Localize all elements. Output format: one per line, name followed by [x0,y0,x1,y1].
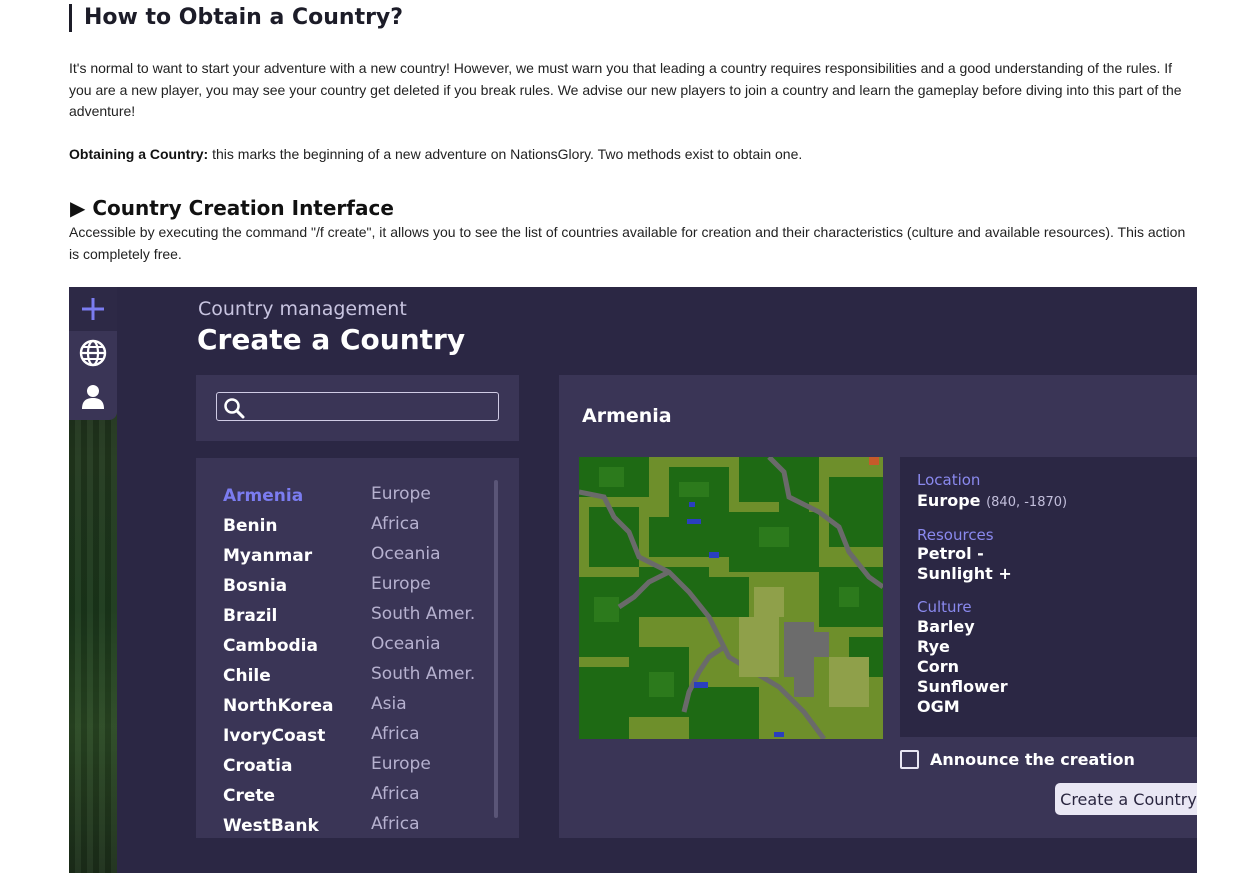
culture-item: Barley [917,617,975,636]
culture-item: Sunflower [917,677,1008,696]
culture-label: Culture [917,598,972,616]
country-name: IvoryCoast [223,726,326,746]
country-region: Africa [371,814,420,834]
location-value: Europe (840, -1870) [917,491,1067,513]
country-region: Asia [371,694,407,714]
country-region: Oceania [371,634,441,654]
country-region: Africa [371,514,420,534]
country-name: NorthKorea [223,696,334,716]
resource-item: Sunlight + [917,564,1012,583]
create-country-panel: Country management Create a Country Arme… [117,287,1197,873]
country-name: Cambodia [223,636,318,656]
search-container [196,375,519,441]
section-paragraph: Accessible by executing the command "/f … [69,224,1186,262]
country-row[interactable]: Bosnia Europe [223,574,493,606]
country-list: Armenia Europe Benin Africa Myanmar Oceania Bo… [196,458,519,838]
country-region: Africa [371,784,420,804]
location-label: Location [917,471,981,489]
article-heading: How to Obtain a Country? [69,4,403,32]
culture-item: Rye [917,637,950,656]
panel-title: Create a Country [197,323,466,356]
search-field[interactable] [216,392,499,421]
country-map [579,457,883,739]
country-detail: Armenia Location Europe (840, -1870) Res… [559,375,1197,838]
obtaining-label: Obtaining a Country: [69,146,209,162]
country-region: Europe [371,754,431,774]
user-icon [82,385,104,409]
country-region: Europe [371,574,431,594]
side-nav-create[interactable] [69,287,117,331]
globe-icon [79,339,107,367]
country-name: Benin [223,516,278,536]
country-region: Africa [371,724,420,744]
culture-item: Corn [917,657,960,676]
panel-subtitle: Country management [198,298,407,320]
obtaining-paragraph: Obtaining a Country: this marks the begi… [69,144,1194,166]
search-input[interactable] [249,395,494,418]
country-name: Chile [223,666,271,686]
section-title: ▶ Country Creation Interface [70,196,394,220]
map-image [579,457,883,739]
country-row[interactable]: NorthKorea Asia [223,694,493,726]
announce-checkbox[interactable]: Announce the creation [900,748,1135,770]
country-row[interactable]: Chile South Amer. [223,664,493,696]
side-nav-profile[interactable] [69,375,117,419]
country-region: South Amer. [371,664,476,684]
country-name: Crete [223,786,276,806]
side-nav-globe[interactable] [69,331,117,375]
country-name: Myanmar [223,546,313,566]
announce-label: Announce the creation [930,749,1135,769]
country-name: WestBank [223,816,319,836]
list-scrollbar[interactable] [494,480,498,818]
country-region: Oceania [371,544,441,564]
country-row[interactable]: Brazil South Amer. [223,604,493,636]
culture-item: OGM [917,697,960,716]
detail-country-name: Armenia [582,405,672,427]
country-row[interactable]: Croatia Europe [223,754,493,786]
country-region: Europe [371,484,431,504]
country-name: Armenia [223,486,304,506]
country-info: Location Europe (840, -1870) Resources P… [900,457,1197,737]
plus-icon [82,298,104,320]
country-row[interactable]: Crete Africa [223,784,493,816]
resource-item: Petrol - [917,544,984,563]
country-row[interactable]: Benin Africa [223,514,493,546]
intro-paragraph: It's normal to want to start your advent… [69,60,1182,119]
create-country-button[interactable]: Create a Country [1055,783,1197,815]
country-row[interactable]: IvoryCoast Africa [223,724,493,756]
country-name: Brazil [223,606,278,626]
game-screenshot: Country management Create a Country Arme… [69,287,1197,873]
checkbox-box[interactable] [900,749,919,769]
resources-label: Resources [917,526,994,544]
location-coords: (840, -1870) [986,495,1068,510]
country-name: Croatia [223,756,293,776]
country-row[interactable]: Armenia Europe [223,484,493,516]
country-name: Bosnia [223,576,288,596]
country-row[interactable]: Cambodia Oceania [223,634,493,666]
search-icon [224,398,245,419]
location-region: Europe [917,491,981,510]
obtaining-text: this marks the beginning of a new advent… [208,146,803,162]
country-row[interactable]: WestBank Africa [223,814,493,838]
side-nav [69,287,117,420]
country-region: South Amer. [371,604,476,624]
country-row[interactable]: Myanmar Oceania [223,544,493,576]
